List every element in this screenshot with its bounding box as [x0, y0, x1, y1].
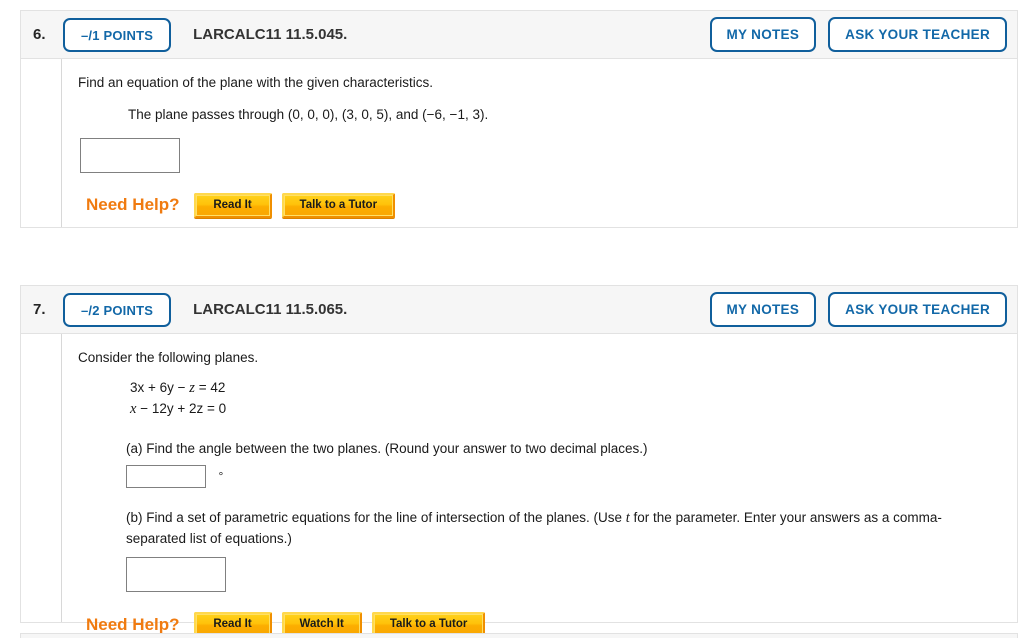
- answer-row-6: [80, 138, 1001, 174]
- question-number-7: 7.: [33, 301, 46, 318]
- question-body-6: Find an equation of the plane with the g…: [20, 58, 1018, 228]
- header-buttons-7: MY NOTES ASK YOUR TEACHER: [709, 292, 1007, 327]
- part-a-label: (a) Find the angle between the two plane…: [126, 441, 648, 457]
- assignment-page: 6. –/1 POINTS LARCALC11 11.5.045. MY NOT…: [0, 0, 1026, 638]
- my-notes-button-6[interactable]: MY NOTES: [709, 17, 817, 52]
- need-help-row-6: Need Help? Read It Talk to a Tutor: [86, 193, 1001, 218]
- read-it-button-6[interactable]: Read It: [193, 193, 272, 218]
- question-prompt-6: Find an equation of the plane with the g…: [78, 75, 433, 90]
- question-card-7: 7. –/2 POINTS LARCALC11 11.5.065. MY NOT…: [20, 285, 1018, 637]
- plane-equation-2: x − 12y + 2z = 0: [130, 401, 227, 418]
- question-title-6: LARCALC11 11.5.045.: [193, 26, 348, 43]
- question-header-6: 6. –/1 POINTS LARCALC11 11.5.045. MY NOT…: [20, 10, 1018, 58]
- ask-your-teacher-button-7[interactable]: ASK YOUR TEACHER: [828, 292, 1007, 327]
- question-gutter-7: [21, 334, 62, 622]
- question-number-6: 6.: [33, 26, 46, 43]
- part-a-answer-row: °: [126, 464, 1001, 488]
- my-notes-button-7[interactable]: MY NOTES: [709, 292, 817, 327]
- question-prompt-7: Consider the following planes.: [78, 350, 259, 365]
- answer-input-6[interactable]: [80, 138, 180, 174]
- question-gutter-6: [21, 59, 62, 227]
- degree-symbol-icon: °: [218, 469, 224, 484]
- question-header-7: 7. –/2 POINTS LARCALC11 11.5.065. MY NOT…: [20, 285, 1018, 333]
- need-help-label-6: Need Help?: [86, 195, 180, 215]
- talk-to-a-tutor-button-6[interactable]: Talk to a Tutor: [281, 193, 396, 218]
- question-card-6: 6. –/1 POINTS LARCALC11 11.5.045. MY NOT…: [20, 10, 1018, 228]
- part-b-label: (b) Find a set of parametric equations f…: [126, 509, 942, 546]
- header-buttons-6: MY NOTES ASK YOUR TEACHER: [709, 17, 1007, 52]
- points-badge-7: –/2 POINTS: [63, 292, 172, 327]
- need-help-label-7: Need Help?: [86, 614, 180, 634]
- question-title-7: LARCALC11 11.5.065.: [193, 301, 348, 318]
- question-card-next: [20, 633, 1018, 638]
- question-content-6: Find an equation of the plane with the g…: [62, 59, 1017, 227]
- question-body-7: Consider the following planes. 3x + 6y −…: [20, 333, 1018, 637]
- plane-equation-1: 3x + 6y − z = 42: [130, 379, 226, 396]
- help-buttons-6: Read It Talk to a Tutor: [193, 193, 396, 218]
- question-content-7: Consider the following planes. 3x + 6y −…: [62, 334, 1017, 637]
- part-b-answer-row: [126, 557, 1001, 593]
- part-a-input[interactable]: [126, 464, 206, 488]
- ask-your-teacher-button-6[interactable]: ASK YOUR TEACHER: [828, 17, 1007, 52]
- points-badge-6: –/1 POINTS: [63, 17, 172, 52]
- question-header-next: [20, 633, 1018, 638]
- part-b-input[interactable]: [126, 557, 226, 593]
- question-detail-6: The plane passes through (0, 0, 0), (3, …: [128, 106, 489, 122]
